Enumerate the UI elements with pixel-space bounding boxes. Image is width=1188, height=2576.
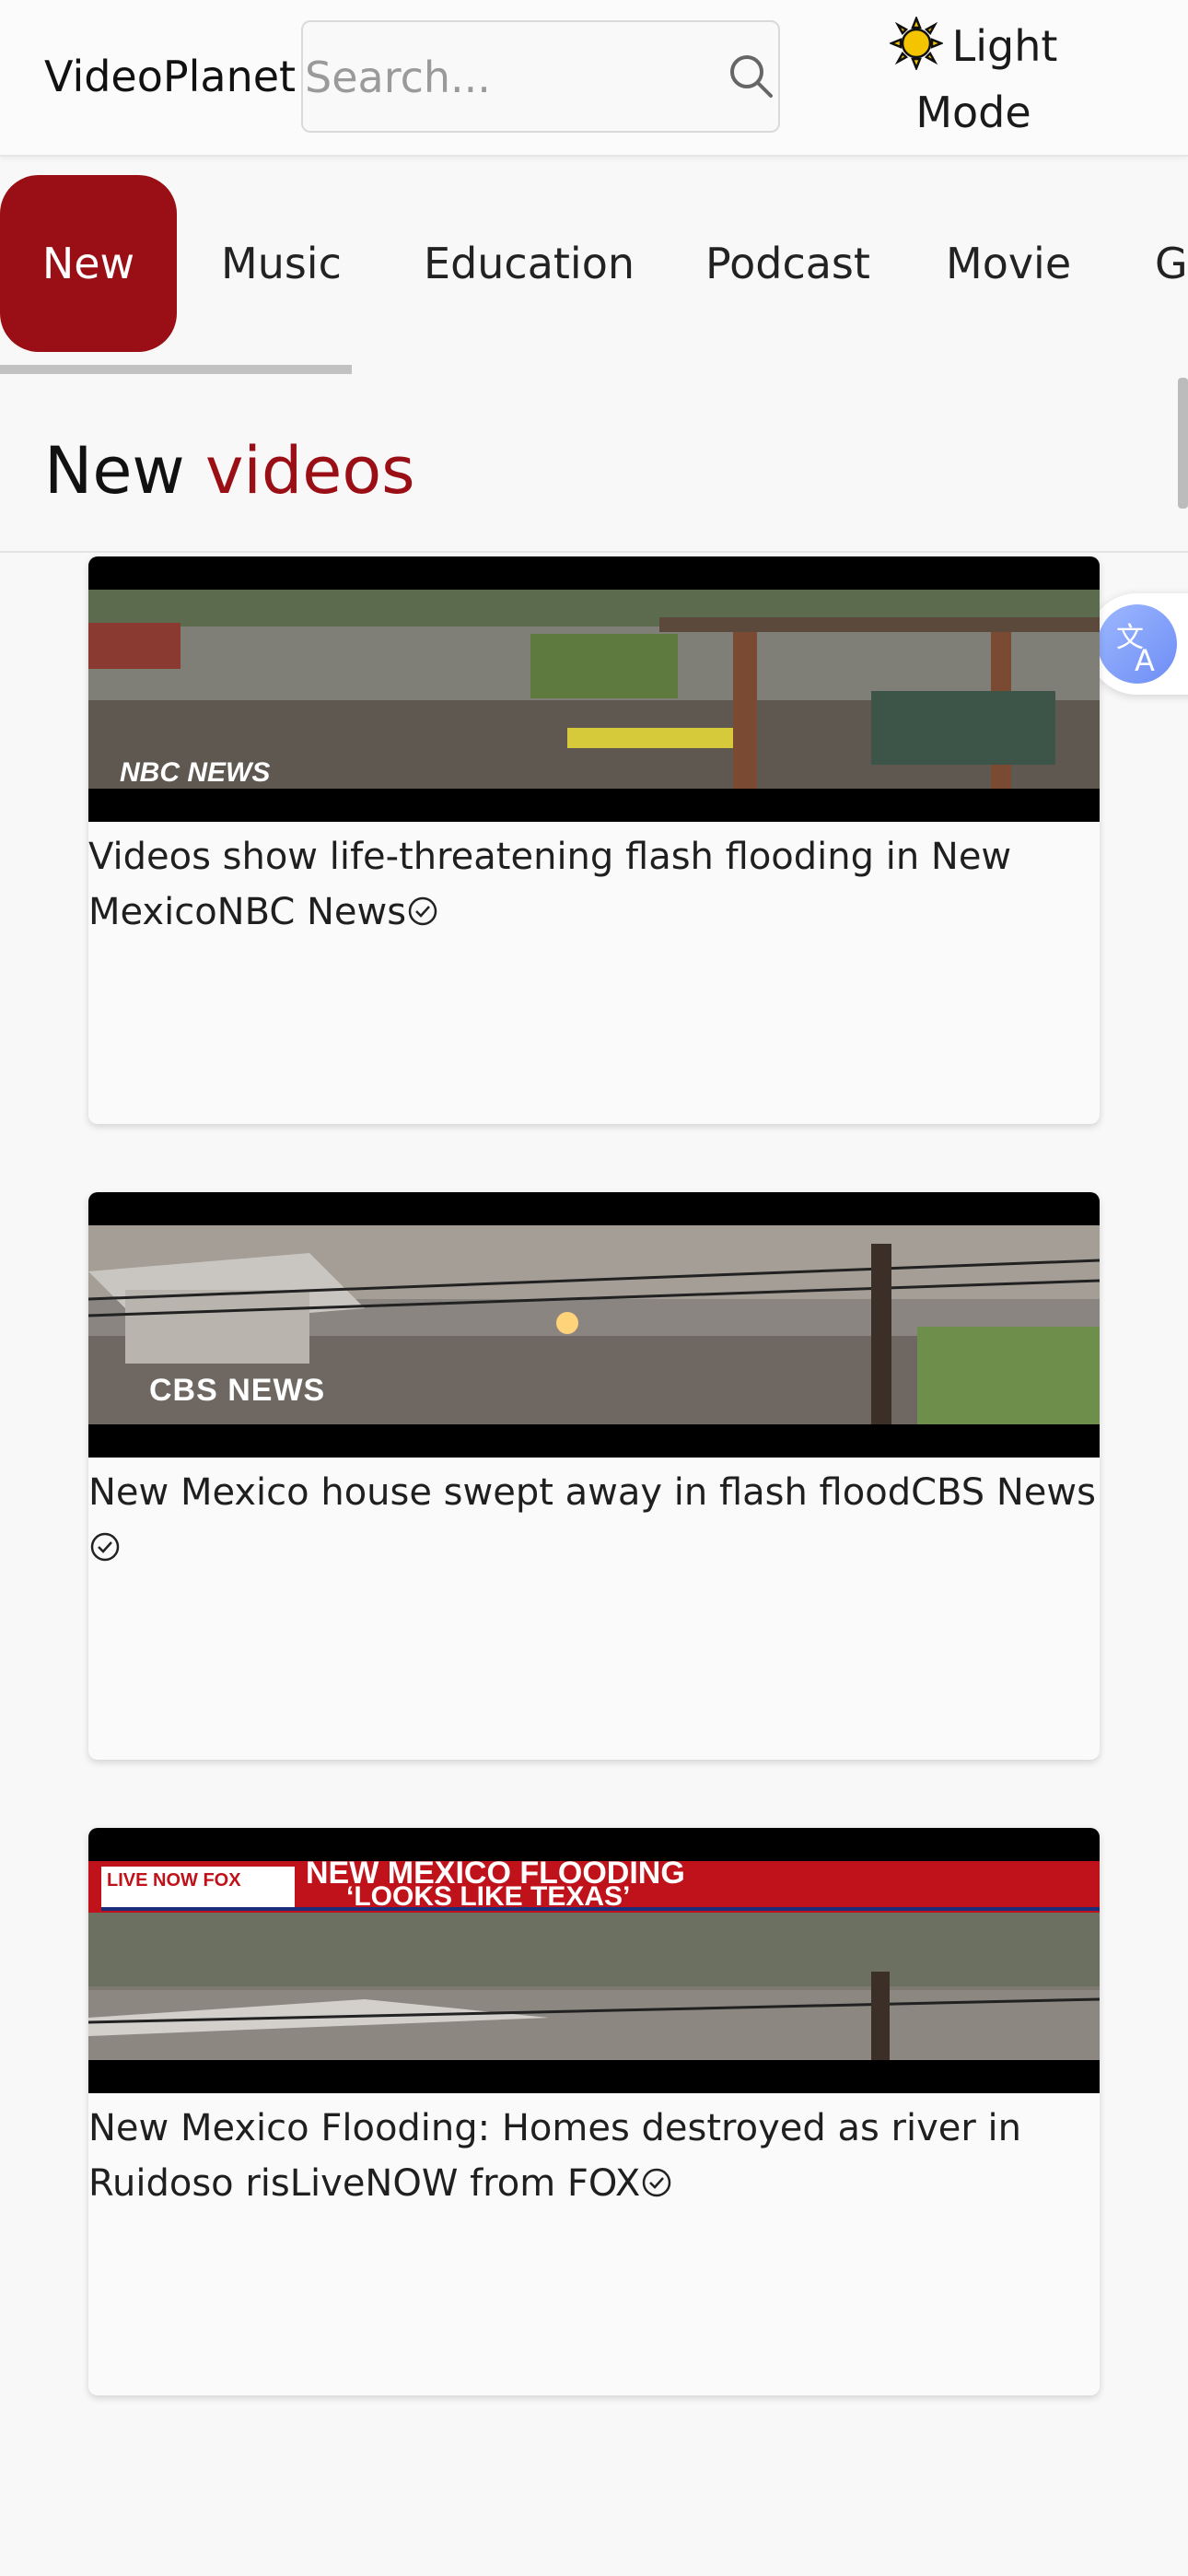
video-title-line[interactable]: Videos show life-threatening flash flood… [88,829,1100,940]
sun-icon [889,17,943,70]
svg-text:A: A [1135,643,1155,678]
translate-icon: 文 A [1098,604,1177,684]
video-channel[interactable]: NBC News [217,891,406,933]
light-mode-toggle[interactable]: Light Mode [858,13,1089,142]
video-watermark: LIVE NOW FOX [107,1870,241,1891]
tab-games[interactable]: Ga [1155,175,1188,352]
video-card[interactable]: LIVE NOW FOX NEW MEXICO FLOODING ‘LOOKS … [88,1828,1100,2395]
search-icon[interactable] [725,50,776,101]
video-channel[interactable]: CBS News [911,1471,1096,1514]
video-watermark: CBS NEWS [149,1373,326,1408]
tabs-divider [0,551,1188,553]
video-title-line[interactable]: New Mexico house swept away in flash flo… [88,1465,1100,1575]
verified-check-icon [643,2168,671,2197]
section-title-accent: videos [204,433,415,509]
tab-education[interactable]: Education [424,175,635,352]
tab-music[interactable]: Music [221,175,342,352]
tab-scroll-indicator [0,365,352,374]
video-title-line[interactable]: New Mexico Flooding: Homes destroyed as … [88,2101,1100,2211]
category-tabs: New Music Education Podcast Movie Ga [0,175,1188,553]
video-thumbnail[interactable]: CBS NEWS [88,1192,1100,1458]
verified-check-icon [90,1532,120,1562]
video-watermark: NBC NEWS [120,757,271,788]
video-title[interactable]: New Mexico house swept away in flash flo… [88,1471,911,1514]
top-header: VideoPlanet Light [0,0,1188,157]
mode-label-line1: Light [951,21,1058,71]
search-input[interactable] [303,22,712,133]
mode-label-line2: Mode [915,88,1031,137]
banner-line2: ‘LOOKS LIKE TEXAS’ [346,1881,631,1912]
brand-logo[interactable]: VideoPlanet [44,52,296,101]
video-card[interactable]: CBS NEWS New Mexico house swept away in … [88,1192,1100,1760]
search-box[interactable] [301,20,780,133]
tab-movie[interactable]: Movie [946,175,1071,352]
translate-button[interactable]: 文 A [1087,593,1188,695]
section-title-plain: New [44,433,185,509]
tab-new[interactable]: New [0,175,177,352]
video-channel[interactable]: LiveNOW from FOX [290,2162,641,2205]
tab-podcast[interactable]: Podcast [705,175,870,352]
page-scrollbar[interactable] [1178,378,1188,509]
verified-check-icon [408,896,437,926]
video-thumbnail[interactable]: LIVE NOW FOX NEW MEXICO FLOODING ‘LOOKS … [88,1828,1100,2093]
section-title: New videos [44,433,415,509]
video-thumbnail[interactable]: NBC NEWS [88,556,1100,822]
video-card[interactable]: NBC NEWS Videos show life-threatening fl… [88,556,1100,1124]
